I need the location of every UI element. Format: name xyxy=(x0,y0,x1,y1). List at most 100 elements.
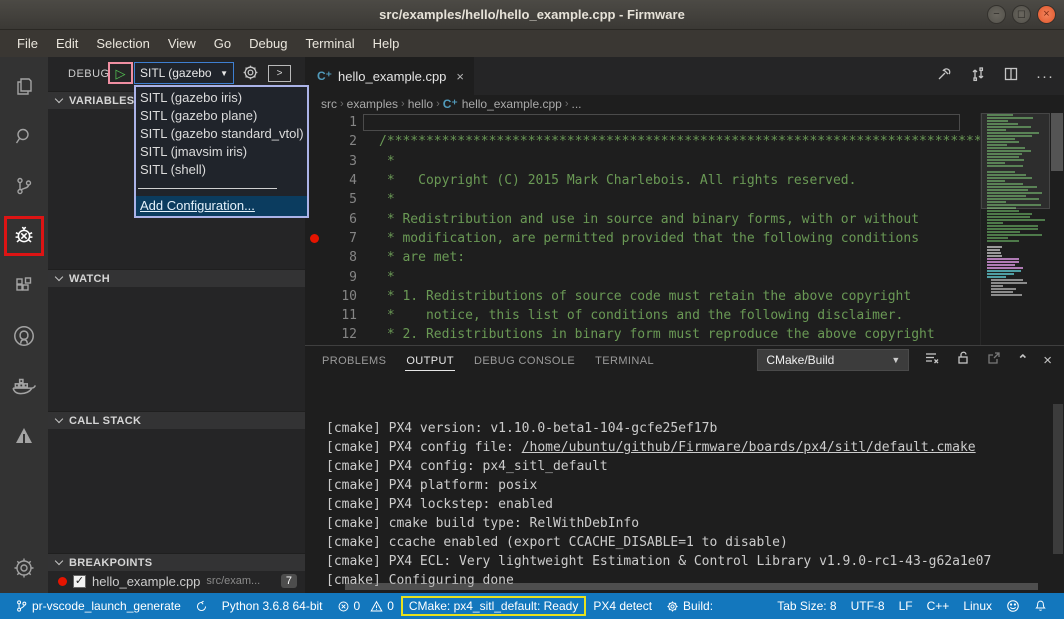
output-console[interactable]: [cmake] PX4 version: v1.10.0-beta1-104-g… xyxy=(305,374,1064,593)
panel-tab-terminal[interactable]: TERMINAL xyxy=(594,350,655,371)
output-line: [cmake] PX4 config file: /home/ubuntu/gi… xyxy=(326,438,1064,457)
status-pr-vscode-launch-generate[interactable]: pr-vscode_launch_generate xyxy=(8,597,188,615)
dropdown-add-configuration[interactable]: Add Configuration... xyxy=(136,196,307,216)
panel-tab-output[interactable]: OUTPUT xyxy=(405,350,455,371)
status-sync[interactable] xyxy=(188,598,215,615)
maximize-button[interactable]: ◻ xyxy=(1012,5,1031,24)
status-bell[interactable] xyxy=(1027,597,1054,615)
menu-file[interactable]: File xyxy=(8,32,47,55)
panel-v-scrollbar[interactable] xyxy=(1053,404,1063,554)
section-watch[interactable]: WATCH xyxy=(48,269,305,287)
activity-platformio[interactable] xyxy=(0,411,48,461)
chevron-down-icon xyxy=(55,415,63,423)
activity-explorer[interactable] xyxy=(0,61,48,111)
breadcrumb-item[interactable]: src xyxy=(321,97,337,111)
status-label: 0 xyxy=(354,599,361,613)
maximize-panel-icon[interactable]: ⌃ xyxy=(1017,352,1028,368)
breadcrumb: src›examples›hello›C⁺hello_example.cpp›.… xyxy=(305,95,1064,113)
editor-scrollbar[interactable] xyxy=(1050,113,1064,345)
close-panel-icon[interactable]: × xyxy=(1043,352,1052,369)
tab-hello-example[interactable]: C⁺ hello_example.cpp × xyxy=(305,57,474,95)
activity-github[interactable] xyxy=(0,311,48,361)
line-number: 5 xyxy=(323,192,357,207)
breakpoint-checkbox[interactable]: ✓ xyxy=(73,575,86,588)
debug-console-button[interactable]: > xyxy=(268,65,291,82)
menu-edit[interactable]: Edit xyxy=(47,32,87,55)
breakpoint-item[interactable]: ✓ hello_example.cpp src/exam... 7 xyxy=(48,571,305,591)
activity-docker[interactable] xyxy=(0,361,48,411)
status-tab-size-8[interactable]: Tab Size: 8 xyxy=(770,597,843,615)
minimap-line xyxy=(987,261,1019,263)
activity-extensions[interactable] xyxy=(0,261,48,311)
minimap-line xyxy=(991,291,1013,293)
minimap-slider[interactable] xyxy=(981,113,1050,209)
open-in-editor-icon[interactable] xyxy=(986,350,1002,371)
glyph-margin[interactable] xyxy=(305,234,323,243)
status-build[interactable]: Build: xyxy=(659,597,720,615)
clear-output-icon[interactable] xyxy=(924,350,940,371)
activity-settings[interactable] xyxy=(0,543,48,593)
panel-tab-problems[interactable]: PROBLEMS xyxy=(321,350,387,371)
more-actions-icon[interactable]: ··· xyxy=(1036,68,1054,85)
output-link[interactable]: /home/ubuntu/github/Firmware/boards/px4/… xyxy=(522,440,976,455)
minimap-line xyxy=(987,228,1038,230)
minimap[interactable] xyxy=(980,113,1050,345)
breadcrumb-item[interactable]: ... xyxy=(571,97,581,111)
menu-selection[interactable]: Selection xyxy=(87,32,158,55)
activity-debug[interactable] xyxy=(0,211,48,261)
minimap-line xyxy=(987,231,1020,233)
section-breakpoints[interactable]: BREAKPOINTS xyxy=(48,553,305,571)
breadcrumb-item[interactable]: C⁺hello_example.cpp xyxy=(443,97,562,111)
open-changes-icon[interactable] xyxy=(970,66,986,87)
debug-config-select[interactable]: SITL (gazebo ▼ xyxy=(134,62,234,84)
unlock-scroll-icon[interactable] xyxy=(955,350,971,371)
code-line: 7 * modification, are permitted provided… xyxy=(305,229,1064,248)
split-editor-icon[interactable] xyxy=(1003,66,1019,87)
code-text: * xyxy=(357,192,395,207)
section-call-stack[interactable]: CALL STACK xyxy=(48,411,305,429)
menu-terminal[interactable]: Terminal xyxy=(296,32,363,55)
build-hammer-icon[interactable] xyxy=(937,66,953,87)
tab-close-icon[interactable]: × xyxy=(456,69,464,84)
breakpoint-dot-icon[interactable] xyxy=(310,234,319,243)
menu-debug[interactable]: Debug xyxy=(240,32,296,55)
status-0[interactable]: 00 xyxy=(330,597,401,615)
status-lf[interactable]: LF xyxy=(892,597,920,615)
dropdown-item[interactable]: SITL (shell) xyxy=(136,161,307,179)
code-editor[interactable]: 12/*************************************… xyxy=(305,113,1064,345)
status-cmake-px4-sitl-default-ready[interactable]: CMake: px4_sitl_default: Ready xyxy=(401,596,586,616)
status-utf-8[interactable]: UTF-8 xyxy=(844,597,892,615)
close-button[interactable]: × xyxy=(1037,5,1056,24)
dropdown-item[interactable]: SITL (jmavsim iris) xyxy=(136,143,307,161)
select-caret-icon: ▼ xyxy=(220,69,228,78)
status-px4-detect[interactable]: PX4 detect xyxy=(586,597,659,615)
status-linux[interactable]: Linux xyxy=(956,597,999,615)
status-c[interactable]: C++ xyxy=(920,597,957,615)
panel-tab-debug-console[interactable]: DEBUG CONSOLE xyxy=(473,350,576,371)
minimize-button[interactable]: − xyxy=(987,5,1006,24)
activity-source-control[interactable] xyxy=(0,161,48,211)
status-python-3-6-8-64-bit[interactable]: Python 3.6.8 64-bit xyxy=(215,597,330,615)
breadcrumb-item[interactable]: hello xyxy=(408,97,433,111)
channel-select-value: CMake/Build xyxy=(766,353,834,367)
configure-launch-gear-icon[interactable] xyxy=(242,64,259,86)
dropdown-item[interactable]: SITL (gazebo plane) xyxy=(136,107,307,125)
scrollbar-thumb[interactable] xyxy=(1051,113,1063,171)
status-bar: pr-vscode_launch_generate Python 3.6.8 64… xyxy=(0,593,1064,619)
minimap-line xyxy=(987,258,1019,260)
start-debug-button[interactable]: ▷ xyxy=(108,62,133,84)
breadcrumb-item[interactable]: examples xyxy=(347,97,398,111)
menu-view[interactable]: View xyxy=(159,32,205,55)
output-channel-select[interactable]: CMake/Build ▼ xyxy=(757,349,909,371)
status-label: UTF-8 xyxy=(851,599,885,613)
activity-search[interactable] xyxy=(0,111,48,161)
panel-h-scrollbar[interactable] xyxy=(345,583,1038,590)
dropdown-item[interactable]: SITL (gazebo standard_vtol) xyxy=(136,125,307,143)
menu-go[interactable]: Go xyxy=(205,32,240,55)
status-label: pr-vscode_launch_generate xyxy=(32,599,181,613)
status-smiley[interactable] xyxy=(999,597,1027,615)
dropdown-item[interactable]: SITL (gazebo iris) xyxy=(136,89,307,107)
output-text: [cmake] PX4 config: px4_sitl_default xyxy=(326,459,608,474)
menu-help[interactable]: Help xyxy=(364,32,409,55)
output-text: [cmake] PX4 version: v1.10.0-beta1-104-g… xyxy=(326,421,717,436)
